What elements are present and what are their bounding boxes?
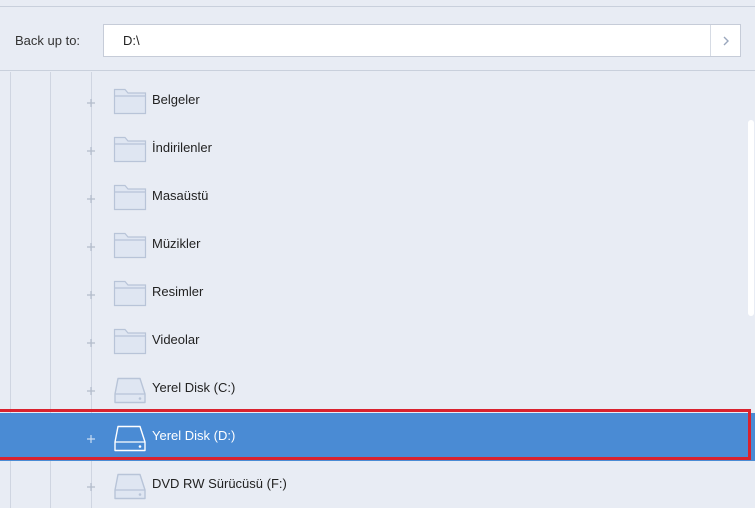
- tree-item-label: Masaüstü: [152, 188, 209, 203]
- expand-plus-icon[interactable]: [86, 335, 96, 347]
- tree-item[interactable]: Yerel Disk (C:): [0, 365, 755, 413]
- expand-plus-icon[interactable]: [86, 191, 96, 203]
- folder-icon: [113, 230, 147, 260]
- drive-icon: [113, 470, 147, 500]
- expand-plus-icon[interactable]: [86, 431, 96, 443]
- tree-item[interactable]: Resimler: [0, 269, 755, 317]
- expand-plus-icon[interactable]: [86, 287, 96, 299]
- folder-icon: [113, 326, 147, 356]
- folder-icon: [113, 182, 147, 212]
- browse-go-button[interactable]: [710, 25, 740, 56]
- folder-icon: [113, 134, 147, 164]
- tree-item-label: Yerel Disk (C:): [152, 380, 236, 395]
- tree-item[interactable]: DVD RW Sürücüsü (F:): [0, 461, 755, 508]
- backup-path-field[interactable]: D:\: [103, 24, 741, 57]
- folder-icon: [113, 86, 147, 116]
- tree-item-label: Yerel Disk (D:): [152, 428, 236, 443]
- tree-item[interactable]: İndirilenler: [0, 125, 755, 173]
- backup-to-label: Back up to:: [15, 33, 81, 48]
- folder-icon: [113, 278, 147, 308]
- tree-item-label: Videolar: [152, 332, 200, 347]
- tree-item[interactable]: Müzikler: [0, 221, 755, 269]
- chevron-right-icon: [723, 36, 729, 45]
- drive-icon: [113, 422, 147, 452]
- tree-item[interactable]: Yerel Disk (D:): [0, 409, 755, 461]
- expand-plus-icon[interactable]: [86, 143, 96, 155]
- tree-item-label: Müzikler: [152, 236, 201, 251]
- drive-icon: [113, 374, 147, 404]
- tree-item-label: İndirilenler: [152, 140, 212, 155]
- folder-tree: Belgeler İndirilenler Masaüstü Müzikler Resi…: [0, 72, 755, 508]
- tree-item[interactable]: Belgeler: [0, 77, 755, 125]
- tree-item[interactable]: Masaüstü: [0, 173, 755, 221]
- expand-plus-icon[interactable]: [86, 239, 96, 251]
- backup-path-value: D:\: [123, 33, 140, 48]
- tree-item-label: Resimler: [152, 284, 204, 299]
- expand-plus-icon[interactable]: [86, 479, 96, 491]
- expand-plus-icon[interactable]: [86, 383, 96, 395]
- tree-item-label: DVD RW Sürücüsü (F:): [152, 476, 287, 491]
- tree-item[interactable]: Videolar: [0, 317, 755, 365]
- backup-destination-bar: Back up to: D:\: [0, 6, 755, 71]
- expand-plus-icon[interactable]: [86, 95, 96, 107]
- tree-item-label: Belgeler: [152, 92, 200, 107]
